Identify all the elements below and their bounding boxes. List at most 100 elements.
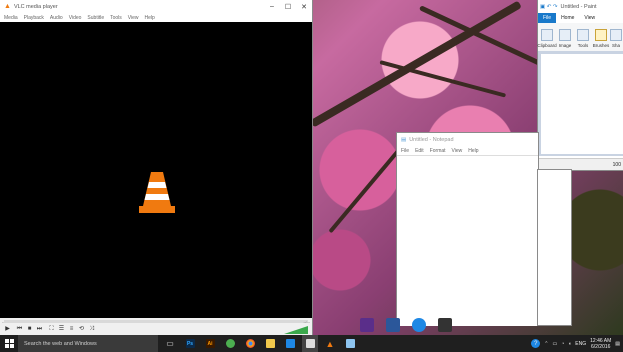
illustrator-icon: Ai [205,339,215,348]
notepad-window: ▤ Untitled - Notepad File Edit Format Vi… [397,133,538,326]
windows-logo-icon [4,339,14,348]
notepad-text-area[interactable] [397,155,538,326]
clock-time: 12:46 AM [590,337,612,344]
play-icon[interactable]: ▶ [4,326,11,333]
volume-icon[interactable]: ◖ [568,341,571,347]
ribbon-group-brushes[interactable]: Brushes [592,23,610,51]
ribbon-label: Sha [611,43,620,48]
clock-date: 6/2/2016 [590,343,611,350]
ribbon-group-image[interactable]: Image [556,23,574,51]
shapes-icon [610,29,622,41]
vlc-title: VLC media player [13,3,58,10]
taskbar-app-illustrator[interactable]: Ai [202,335,218,352]
clock[interactable]: 12:46 AM 6/2/2016 [590,338,611,350]
desktop-app-icon[interactable] [438,318,452,332]
total-time: --:-- [303,319,310,324]
taskbar-app-vlc[interactable]: ▲ [322,335,338,352]
menu-format[interactable]: Format [430,148,446,154]
loop-icon[interactable]: ⟲ [78,326,85,333]
canvas-area [538,51,623,156]
shuffle-icon[interactable]: ⤨ [88,326,95,333]
close-icon[interactable]: ✕ [296,0,312,13]
taskbar-app-store[interactable] [282,335,298,352]
paint-window: ▣ ↶ ↷ Untitled - Paint File Home View Cl… [537,0,623,170]
vlc-window: ▲ VLC media player – ☐ ✕ Media Playback … [0,0,312,336]
vlc-cone-icon [139,172,175,213]
menu-help[interactable]: Help [145,15,155,21]
start-button[interactable] [0,335,18,352]
search-box[interactable]: Search the web and Windows [18,335,158,352]
chrome-icon [245,339,255,348]
help-icon[interactable] [412,318,426,332]
ribbon-group-shapes[interactable]: Sha [610,23,622,51]
notifications-icon[interactable]: ▤ [615,341,620,347]
chevron-up-icon[interactable]: ⌃ [544,341,548,347]
menu-edit[interactable]: Edit [415,148,424,154]
maximize-icon[interactable]: ☐ [280,0,296,13]
taskbar: Search the web and Windows ▭ Ps Ai ▲ ? ⌃… [0,335,623,352]
network-icon[interactable]: ◔ [561,341,564,347]
clipboard-icon [541,29,553,41]
vlc-controls: --:-- --:-- ▶ ⏮ ■ ⏭ ⛶ ☰ ≡ ⟲ ⤨ [0,318,312,336]
menu-playback[interactable]: Playback [24,15,44,21]
tab-view[interactable]: View [579,13,600,23]
paint-canvas[interactable] [541,54,623,154]
menu-media[interactable]: Media [4,15,18,21]
menu-video[interactable]: Video [69,15,82,21]
image-icon [559,29,571,41]
menu-view[interactable]: View [128,15,139,21]
search-placeholder: Search the web and Windows [24,340,97,347]
paint-title: Untitled - Paint [560,3,597,10]
extended-settings-icon[interactable]: ≡ [68,326,75,333]
playlist-icon[interactable]: ☰ [58,326,65,333]
branch [310,0,522,128]
task-view-icon: ▭ [166,339,174,348]
taskbar-app-corel[interactable] [222,335,238,352]
word-icon[interactable] [386,318,400,332]
menu-help[interactable]: Help [468,148,478,154]
notepad-titlebar[interactable]: ▤ Untitled - Notepad [397,133,538,146]
notepad-app-icon: ▤ [401,136,407,143]
tab-file[interactable]: File [538,13,557,23]
language-indicator[interactable]: ENG [575,341,586,347]
vlc-video-area[interactable] [0,22,312,318]
notepad-window-extension[interactable] [538,170,571,325]
zoom-level: 100 [612,161,621,168]
volume-slider[interactable] [284,326,308,334]
previous-icon[interactable]: ⏮ [16,326,23,333]
taskbar-app-paint[interactable] [302,335,318,352]
ribbon-label: Brushes [592,43,610,48]
menu-subtitle[interactable]: Subtitle [87,15,104,21]
menu-audio[interactable]: Audio [50,15,63,21]
help-icon[interactable]: ? [531,339,541,348]
menu-view[interactable]: View [452,148,463,154]
taskbar-app-photoshop[interactable]: Ps [182,335,198,352]
battery-icon[interactable]: ▭ [552,341,557,347]
next-icon[interactable]: ⏭ [36,326,43,333]
vlc-titlebar[interactable]: ▲ VLC media player – ☐ ✕ [0,0,312,13]
paint-titlebar[interactable]: ▣ ↶ ↷ Untitled - Paint [538,0,623,13]
ribbon-group-clipboard[interactable]: Clipboard [537,23,557,51]
ribbon: Clipboard Image Tools Brushes Sha [537,23,623,52]
menu-tools[interactable]: Tools [110,15,122,21]
notepad-icon [345,339,355,348]
branch [379,60,507,98]
menu-file[interactable]: File [401,148,409,154]
quick-access-icon[interactable]: ▣ ↶ ↷ [540,4,557,10]
ribbon-label: Image [558,43,572,48]
desktop-app-icon[interactable] [360,318,374,332]
minimize-icon[interactable]: – [264,0,280,13]
taskbar-app-explorer[interactable] [262,335,278,352]
taskbar-app-chrome[interactable] [242,335,258,352]
notepad-title: Untitled - Notepad [409,136,454,143]
seek-bar[interactable] [4,320,308,323]
stop-icon[interactable]: ■ [26,326,33,333]
paint-statusbar: 100 [538,158,623,170]
taskbar-app-notepad[interactable] [342,335,358,352]
tab-home[interactable]: Home [556,13,579,23]
system-tray: ? ⌃ ▭ ◔ ◖ ENG 12:46 AM 6/2/2016 ▤ [531,338,623,350]
desktop-icons [360,318,452,332]
ribbon-group-tools[interactable]: Tools [574,23,592,51]
task-view-button[interactable]: ▭ [162,335,178,352]
fullscreen-icon[interactable]: ⛶ [48,326,55,333]
